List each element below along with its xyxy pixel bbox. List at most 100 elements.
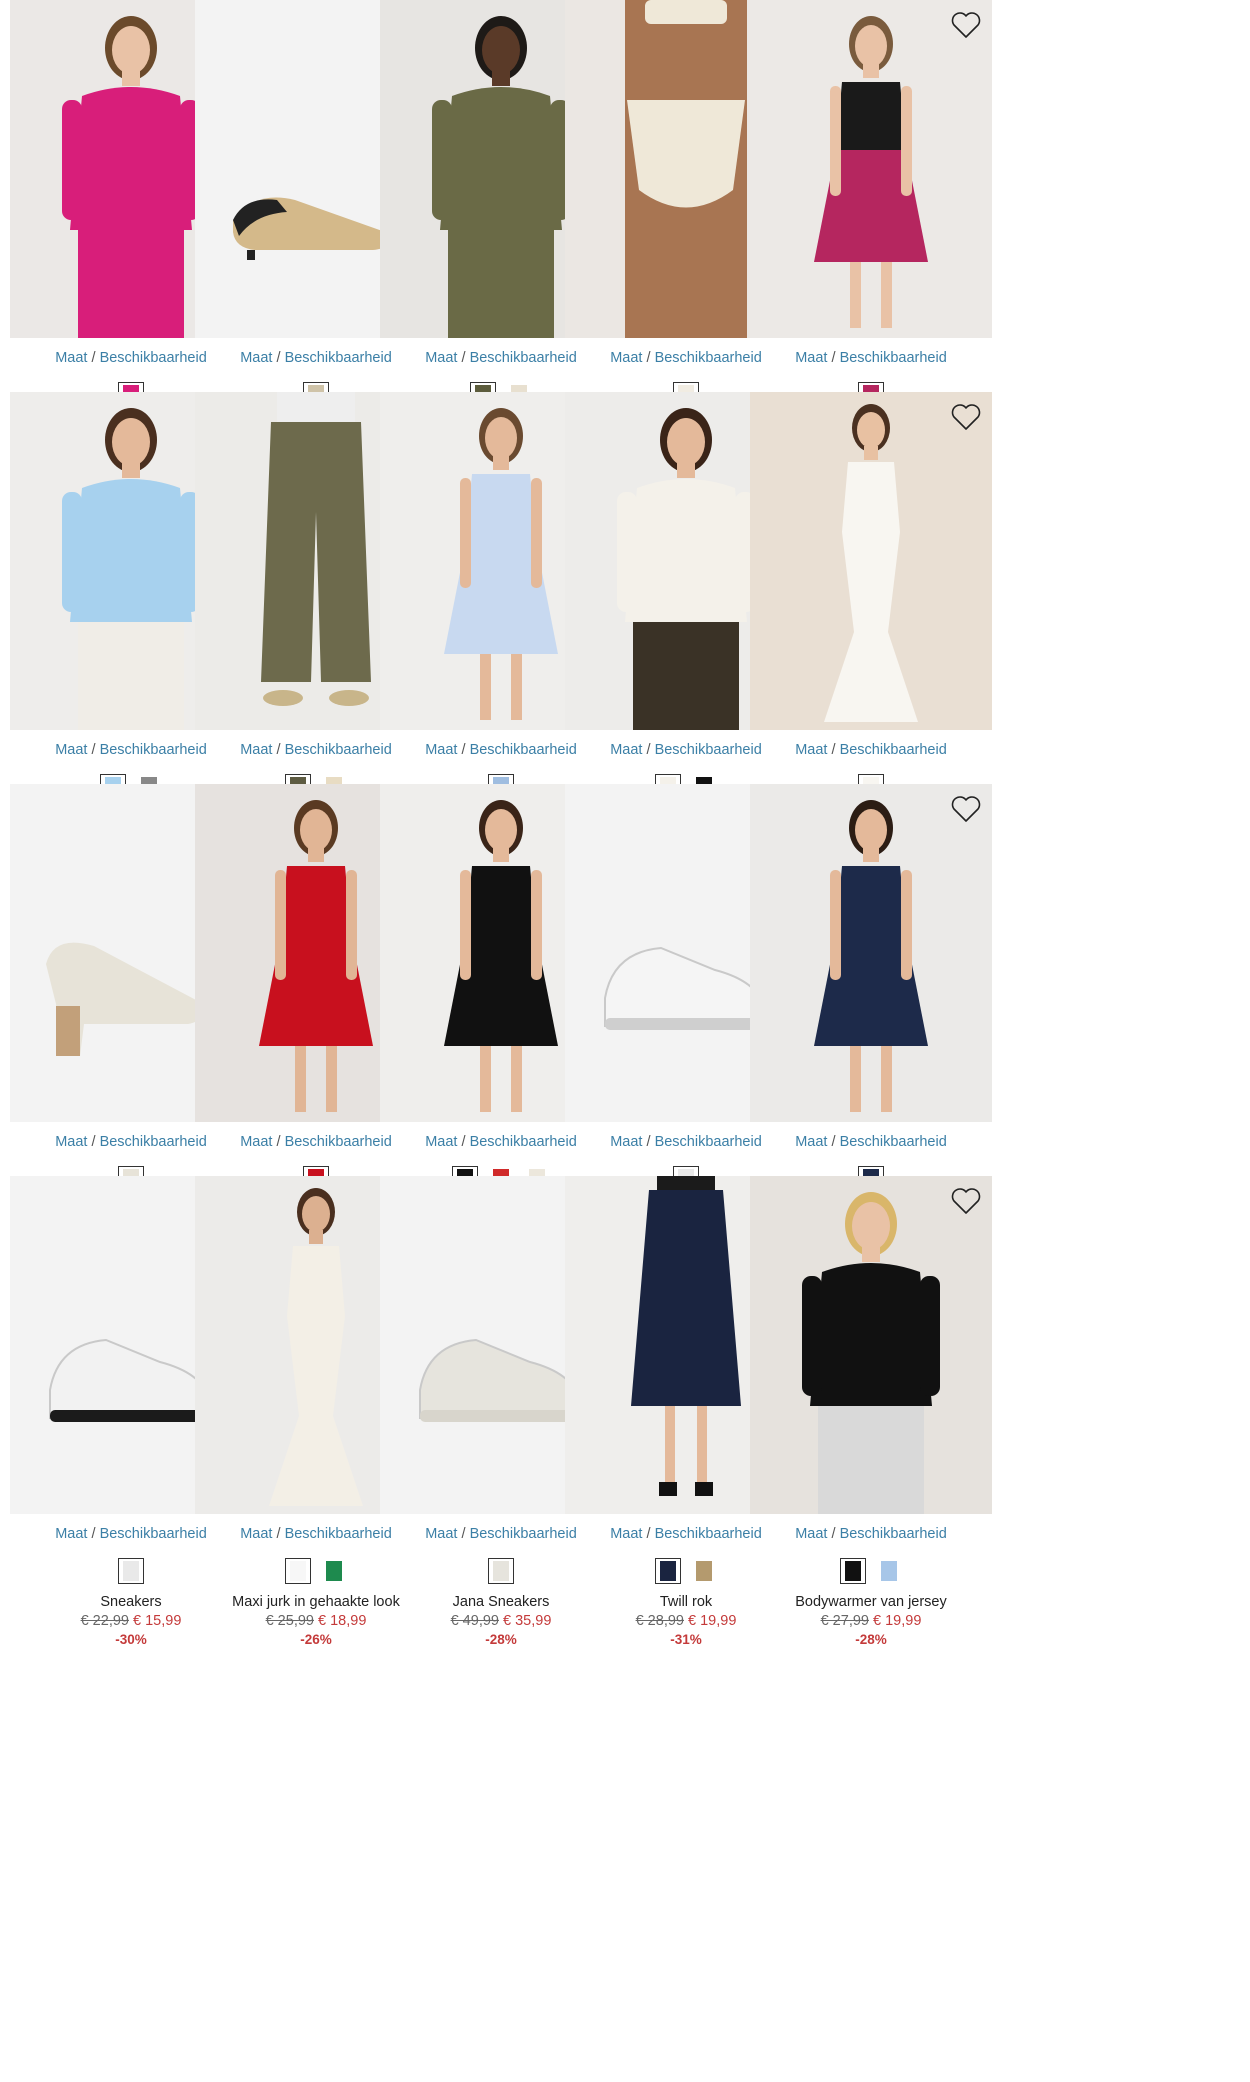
size-link-label[interactable]: Maat — [610, 742, 642, 758]
size-availability-link[interactable]: Maat / Beschikbaarheid — [750, 1526, 992, 1542]
old-price: € 25,99 — [265, 1613, 314, 1629]
availability-link-label[interactable]: Beschikbaarheid — [100, 350, 207, 366]
discount-label: -28% — [855, 1632, 887, 1647]
availability-link-label[interactable]: Beschikbaarheid — [655, 1526, 762, 1542]
product-photo-illustration — [824, 404, 918, 722]
sale-price: € 19,99 — [688, 1613, 737, 1629]
size-link-separator: / — [272, 1134, 285, 1150]
size-link-separator: / — [87, 742, 100, 758]
size-availability-link[interactable]: Maat / Beschikbaarheid — [750, 1134, 992, 1150]
product-name[interactable]: Bodywarmer van jersey — [750, 1594, 992, 1610]
size-link-label[interactable]: Maat — [795, 1134, 827, 1150]
size-link-label[interactable]: Maat — [425, 1526, 457, 1542]
size-link-separator: / — [827, 350, 840, 366]
old-price: € 28,99 — [635, 1613, 684, 1629]
sale-price: € 18,99 — [318, 1613, 367, 1629]
availability-link-label[interactable]: Beschikbaarheid — [655, 742, 762, 758]
size-link-label[interactable]: Maat — [610, 1526, 642, 1542]
size-link-label[interactable]: Maat — [55, 1134, 87, 1150]
product-photo-illustration — [802, 1192, 940, 1514]
size-link-separator: / — [827, 1134, 840, 1150]
old-price: € 27,99 — [820, 1613, 869, 1629]
size-link-label[interactable]: Maat — [240, 1134, 272, 1150]
size-link-separator: / — [457, 1134, 470, 1150]
color-swatch[interactable] — [691, 1558, 717, 1584]
size-link-label[interactable]: Maat — [240, 350, 272, 366]
product-image[interactable] — [750, 784, 992, 1122]
product-image[interactable] — [750, 1176, 992, 1514]
size-link-label[interactable]: Maat — [425, 742, 457, 758]
availability-link-label[interactable]: Beschikbaarheid — [470, 742, 577, 758]
price-line: € 27,99 € 19,99 — [750, 1613, 992, 1629]
size-link-separator: / — [457, 350, 470, 366]
availability-link-label[interactable]: Beschikbaarheid — [285, 350, 392, 366]
availability-link-label[interactable]: Beschikbaarheid — [285, 742, 392, 758]
availability-link-label[interactable]: Beschikbaarheid — [840, 1526, 947, 1542]
sale-price: € 35,99 — [503, 1613, 552, 1629]
availability-link-label[interactable]: Beschikbaarheid — [470, 1134, 577, 1150]
size-link-label[interactable]: Maat — [610, 1134, 642, 1150]
color-swatch[interactable] — [876, 1558, 902, 1584]
color-swatches — [750, 1556, 992, 1586]
size-link-separator: / — [642, 1134, 655, 1150]
wishlist-button[interactable] — [950, 402, 982, 432]
size-link-separator: / — [272, 350, 285, 366]
color-swatch[interactable] — [488, 1558, 514, 1584]
product-image[interactable] — [750, 392, 992, 730]
size-link-separator: / — [87, 1526, 100, 1542]
sale-price: € 19,99 — [873, 1613, 922, 1629]
availability-link-label[interactable]: Beschikbaarheid — [100, 1526, 207, 1542]
size-link-label[interactable]: Maat — [425, 1134, 457, 1150]
availability-link-label[interactable]: Beschikbaarheid — [655, 350, 762, 366]
size-link-label[interactable]: Maat — [55, 742, 87, 758]
color-swatch[interactable] — [321, 1558, 347, 1584]
size-link-separator: / — [457, 1526, 470, 1542]
size-link-separator: / — [457, 742, 470, 758]
size-link-separator: / — [642, 742, 655, 758]
size-link-label[interactable]: Maat — [795, 1526, 827, 1542]
availability-link-label[interactable]: Beschikbaarheid — [840, 742, 947, 758]
availability-link-label[interactable]: Beschikbaarheid — [285, 1134, 392, 1150]
color-swatch[interactable] — [285, 1558, 311, 1584]
wishlist-button[interactable] — [950, 1186, 982, 1216]
color-swatch[interactable] — [655, 1558, 681, 1584]
availability-link-label[interactable]: Beschikbaarheid — [840, 350, 947, 366]
product-image[interactable] — [750, 0, 992, 338]
old-price: € 22,99 — [80, 1613, 129, 1629]
availability-link-label[interactable]: Beschikbaarheid — [100, 742, 207, 758]
heart-icon — [951, 796, 981, 822]
wishlist-button[interactable] — [950, 10, 982, 40]
color-swatch[interactable] — [118, 1558, 144, 1584]
size-link-separator: / — [87, 350, 100, 366]
size-link-separator: / — [827, 742, 840, 758]
size-link-separator: / — [827, 1526, 840, 1542]
sale-price: € 15,99 — [133, 1613, 182, 1629]
size-link-label[interactable]: Maat — [425, 350, 457, 366]
size-link-separator: / — [87, 1134, 100, 1150]
availability-link-label[interactable]: Beschikbaarheid — [655, 1134, 762, 1150]
size-link-label[interactable]: Maat — [240, 742, 272, 758]
size-link-separator: / — [272, 1526, 285, 1542]
size-link-label[interactable]: Maat — [240, 1526, 272, 1542]
heart-icon — [951, 12, 981, 38]
size-link-label[interactable]: Maat — [55, 1526, 87, 1542]
size-link-label[interactable]: Maat — [55, 350, 87, 366]
size-link-label[interactable]: Maat — [795, 742, 827, 758]
size-availability-link[interactable]: Maat / Beschikbaarheid — [750, 350, 992, 366]
availability-link-label[interactable]: Beschikbaarheid — [470, 1526, 577, 1542]
size-link-separator: / — [272, 742, 285, 758]
size-link-separator: / — [642, 1526, 655, 1542]
availability-link-label[interactable]: Beschikbaarheid — [840, 1134, 947, 1150]
availability-link-label[interactable]: Beschikbaarheid — [285, 1526, 392, 1542]
old-price: € 49,99 — [450, 1613, 499, 1629]
availability-link-label[interactable]: Beschikbaarheid — [100, 1134, 207, 1150]
availability-link-label[interactable]: Beschikbaarheid — [470, 350, 577, 366]
product-card[interactable]: Maat / Beschikbaarheid Bodywarmer van je… — [750, 1176, 992, 1647]
color-swatch[interactable] — [840, 1558, 866, 1584]
product-photo-illustration — [814, 800, 928, 1112]
size-link-label[interactable]: Maat — [610, 350, 642, 366]
product-grid: Maat / Beschikbaarheid Blazer met sierkn… — [0, 0, 1250, 2082]
size-link-label[interactable]: Maat — [795, 350, 827, 366]
size-availability-link[interactable]: Maat / Beschikbaarheid — [750, 742, 992, 758]
wishlist-button[interactable] — [950, 794, 982, 824]
